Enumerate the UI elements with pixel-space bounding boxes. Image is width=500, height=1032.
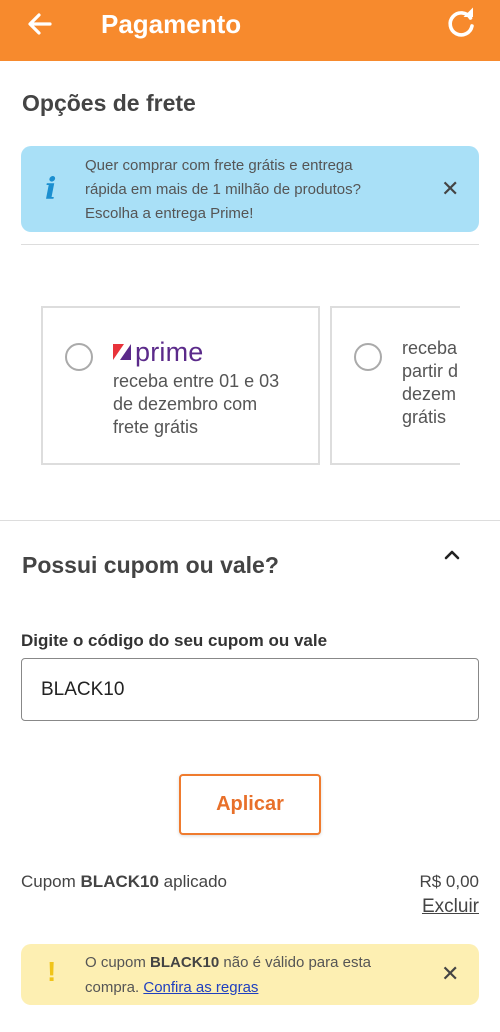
option-line: partir d: [402, 361, 459, 381]
close-icon[interactable]: ✕: [441, 178, 459, 200]
option-line: dezem: [402, 384, 457, 404]
divider: [0, 520, 500, 521]
rules-link[interactable]: Confira as regras: [143, 979, 258, 996]
coupon-input-label: Digite o código do seu cupom ou vale: [21, 631, 328, 650]
prime-option-description: receba entre 01 e 03 de dezembro com fre…: [113, 370, 313, 439]
radio-button[interactable]: [354, 343, 382, 371]
prime-logo: prime: [113, 338, 204, 366]
coupon-applied-text: Cupom BLACK10 aplicado: [21, 872, 227, 892]
warning-line: compra.: [85, 979, 144, 996]
standard-option-description: receba partir d dezem grátis: [402, 337, 460, 429]
prime-brand-name: prime: [135, 337, 204, 367]
info-line: Escolha a entrega Prime!: [85, 205, 254, 222]
option-line: grátis: [402, 407, 447, 427]
coupon-code-input[interactable]: [21, 658, 479, 721]
warning-coupon-code: BLACK10: [150, 954, 220, 971]
info-line: rápida em mais de 1 milhão de produtos?: [85, 181, 361, 198]
warning-suffix: não é válido para esta: [219, 954, 371, 971]
app-header: Pagamento: [0, 0, 500, 61]
prime-info-message: Quer comprar com frete grátis e entrega …: [85, 154, 415, 226]
prime-info-banner: i Quer comprar com frete grátis e entreg…: [21, 146, 479, 232]
coupon-warning-banner: ! O cupom BLACK10 não é válido para esta…: [21, 944, 479, 1005]
option-line: frete grátis: [113, 417, 199, 437]
applied-coupon-code: BLACK10: [80, 872, 159, 891]
option-line: de dezembro com: [113, 394, 258, 414]
discount-value: R$ 0,00: [419, 872, 479, 891]
warning-prefix: O cupom: [85, 954, 151, 971]
close-icon[interactable]: ✕: [441, 963, 459, 985]
chevron-up-icon[interactable]: [443, 548, 461, 562]
coupon-section-title: Possui cupom ou vale?: [22, 552, 279, 578]
shipping-option-prime[interactable]: prime receba entre 01 e 03 de dezembro c…: [41, 306, 320, 465]
coupon-warning-message: O cupom BLACK10 não é válido para esta c…: [85, 950, 415, 1000]
divider: [21, 244, 479, 245]
exclamation-icon: !: [47, 956, 57, 987]
refresh-icon[interactable]: [443, 6, 479, 42]
applied-prefix: Cupom: [21, 872, 81, 891]
info-line: Quer comprar com frete grátis e entrega: [85, 157, 353, 174]
shipping-section-title: Opções de frete: [22, 90, 196, 116]
option-line: receba entre 01 e 03: [113, 371, 280, 391]
radio-button[interactable]: [65, 343, 93, 371]
prime-mark-icon: [113, 344, 131, 360]
page-title: Pagamento: [101, 9, 242, 39]
info-icon: i: [45, 172, 57, 207]
shipping-option-standard[interactable]: receba partir d dezem grátis: [330, 306, 460, 465]
apply-coupon-button[interactable]: Aplicar: [179, 774, 321, 835]
arrow-left-icon[interactable]: [24, 8, 56, 40]
option-line: receba: [402, 338, 458, 358]
applied-suffix: aplicado: [158, 872, 227, 891]
remove-coupon-link[interactable]: Excluir: [422, 896, 479, 918]
